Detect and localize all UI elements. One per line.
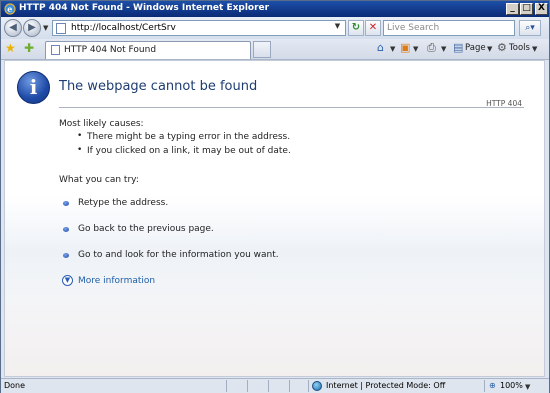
print-icon[interactable]: ⎙ (427, 42, 436, 53)
refresh-button[interactable]: ↻ (348, 20, 364, 36)
try-item: Go to and look for the information you w… (78, 250, 279, 260)
tab-page-icon (51, 45, 60, 55)
title-divider (59, 107, 524, 108)
zoom-icon: ⊕ (489, 381, 496, 390)
address-toolbar: ◀ ▶ ▼ http://localhost/CertSrv ▼ ↻ ✕ Liv… (1, 17, 549, 39)
refresh-icon: ↻ (351, 22, 361, 33)
search-button[interactable]: ⌕▾ (519, 20, 541, 36)
page-icon: ▤ (453, 41, 464, 54)
address-dropdown-icon[interactable]: ▼ (332, 22, 343, 34)
page-dropdown-icon[interactable]: ▼ (487, 45, 492, 53)
svg-text:e: e (7, 4, 12, 14)
ie-window: e HTTP 404 Not Found - Windows Internet … (0, 0, 550, 393)
zoom-dropdown-icon[interactable]: ▼ (525, 383, 530, 391)
forward-arrow-icon: ▶ (28, 22, 36, 33)
status-divider (247, 380, 248, 392)
security-zone-text[interactable]: Internet | Protected Mode: Off (326, 381, 445, 390)
try-heading: What you can try: (59, 175, 139, 185)
status-bar: Done Internet | Protected Mode: Off ⊕ 10… (1, 378, 549, 393)
blue-bullet-icon (63, 227, 69, 232)
status-text: Done (4, 381, 26, 390)
blue-bullet-icon (63, 201, 69, 206)
print-dropdown-icon[interactable]: ▼ (441, 45, 446, 53)
minimize-button[interactable]: _ (506, 3, 519, 15)
page-content: i The webpage cannot be found HTTP 404 M… (4, 60, 545, 377)
back-arrow-icon: ◀ (9, 22, 17, 33)
tab-toolbar: ★ ✚ HTTP 404 Not Found ⌂ ▼ ▣ ▼ ⎙ ▼ ▤ Pag… (1, 39, 549, 60)
ie-logo-icon: e (4, 3, 16, 15)
bullet-icon: • (77, 131, 83, 141)
forward-button[interactable]: ▶ (23, 19, 41, 37)
add-favorites-icon[interactable]: ✚ (24, 42, 34, 54)
try-item: Retype the address. (78, 198, 169, 208)
stop-icon: ✕ (368, 22, 378, 33)
cause-item: There might be a typing error in the add… (87, 132, 291, 142)
internet-zone-icon (312, 381, 322, 391)
status-divider (484, 380, 485, 392)
feeds-dropdown-icon[interactable]: ▼ (413, 45, 418, 53)
try-item: Go back to the previous page. (78, 224, 214, 234)
close-window-button[interactable]: X (535, 3, 548, 15)
search-input[interactable]: Live Search (383, 20, 515, 36)
home-dropdown-icon[interactable]: ▼ (390, 45, 395, 53)
recent-pages-dropdown-icon[interactable]: ▼ (43, 24, 48, 32)
home-icon[interactable]: ⌂ (377, 42, 384, 53)
tools-menu[interactable]: Tools (509, 43, 530, 53)
new-tab-button[interactable] (253, 41, 271, 58)
favorites-star-icon[interactable]: ★ (5, 42, 16, 54)
error-title: The webpage cannot be found (59, 79, 258, 94)
address-bar[interactable]: http://localhost/CertSrv ▼ (52, 20, 346, 36)
expand-chevron-icon[interactable]: ▼ (62, 275, 73, 286)
page-icon (56, 23, 66, 34)
status-divider (289, 380, 290, 392)
address-url[interactable]: http://localhost/CertSrv (71, 23, 176, 33)
bullet-icon: • (77, 145, 83, 155)
blue-bullet-icon (63, 253, 69, 258)
page-menu[interactable]: Page (465, 43, 486, 53)
back-button[interactable]: ◀ (4, 19, 22, 37)
info-icon: i (17, 71, 50, 104)
tab-active[interactable]: HTTP 404 Not Found (45, 41, 251, 59)
title-bar: e HTTP 404 Not Found - Windows Internet … (1, 1, 549, 17)
causes-heading: Most likely causes: (59, 119, 144, 129)
maximize-button[interactable]: □ (520, 3, 533, 15)
window-title: HTTP 404 Not Found - Windows Internet Ex… (19, 3, 270, 13)
search-icon: ⌕▾ (525, 23, 535, 33)
cause-item: If you clicked on a link, it may be out … (87, 146, 291, 156)
more-information-link[interactable]: More information (78, 276, 155, 286)
stop-button[interactable]: ✕ (365, 20, 381, 36)
tools-dropdown-icon[interactable]: ▼ (532, 45, 537, 53)
tab-label: HTTP 404 Not Found (64, 45, 157, 55)
status-divider (226, 380, 227, 392)
status-divider (308, 380, 309, 392)
feeds-icon[interactable]: ▣ (400, 42, 410, 53)
zoom-level[interactable]: 100% (500, 381, 523, 390)
tools-gear-icon: ⚙ (497, 41, 507, 54)
status-divider (268, 380, 269, 392)
